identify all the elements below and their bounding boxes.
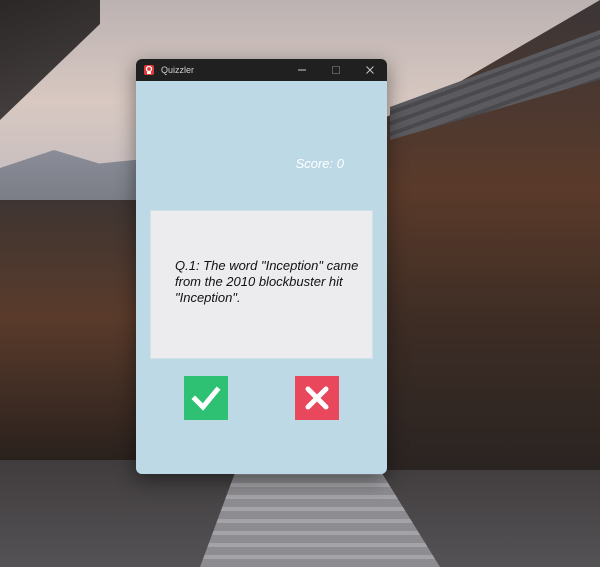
wallpaper-house-left xyxy=(0,200,140,460)
false-button[interactable] xyxy=(295,376,339,420)
window-controls xyxy=(285,59,387,81)
app-icon xyxy=(143,64,155,76)
cross-icon xyxy=(305,386,329,410)
minimize-icon[interactable] xyxy=(285,59,319,81)
check-icon xyxy=(191,386,221,411)
desktop-wallpaper: Quizzler Score: 0 Q.1: The word "Incepti… xyxy=(0,0,600,567)
window-title: Quizzler xyxy=(161,65,195,75)
close-icon[interactable] xyxy=(353,59,387,81)
question-card: Q.1: The word "Inception" came from the … xyxy=(151,211,372,358)
score-label: Score: 0 xyxy=(295,156,344,171)
question-text: Q.1: The word "Inception" came from the … xyxy=(175,258,359,305)
quizzler-window: Quizzler Score: 0 Q.1: The word "Incepti… xyxy=(136,59,387,474)
true-button[interactable] xyxy=(184,376,228,420)
maximize-icon xyxy=(319,59,353,81)
title-bar[interactable]: Quizzler xyxy=(136,59,387,81)
